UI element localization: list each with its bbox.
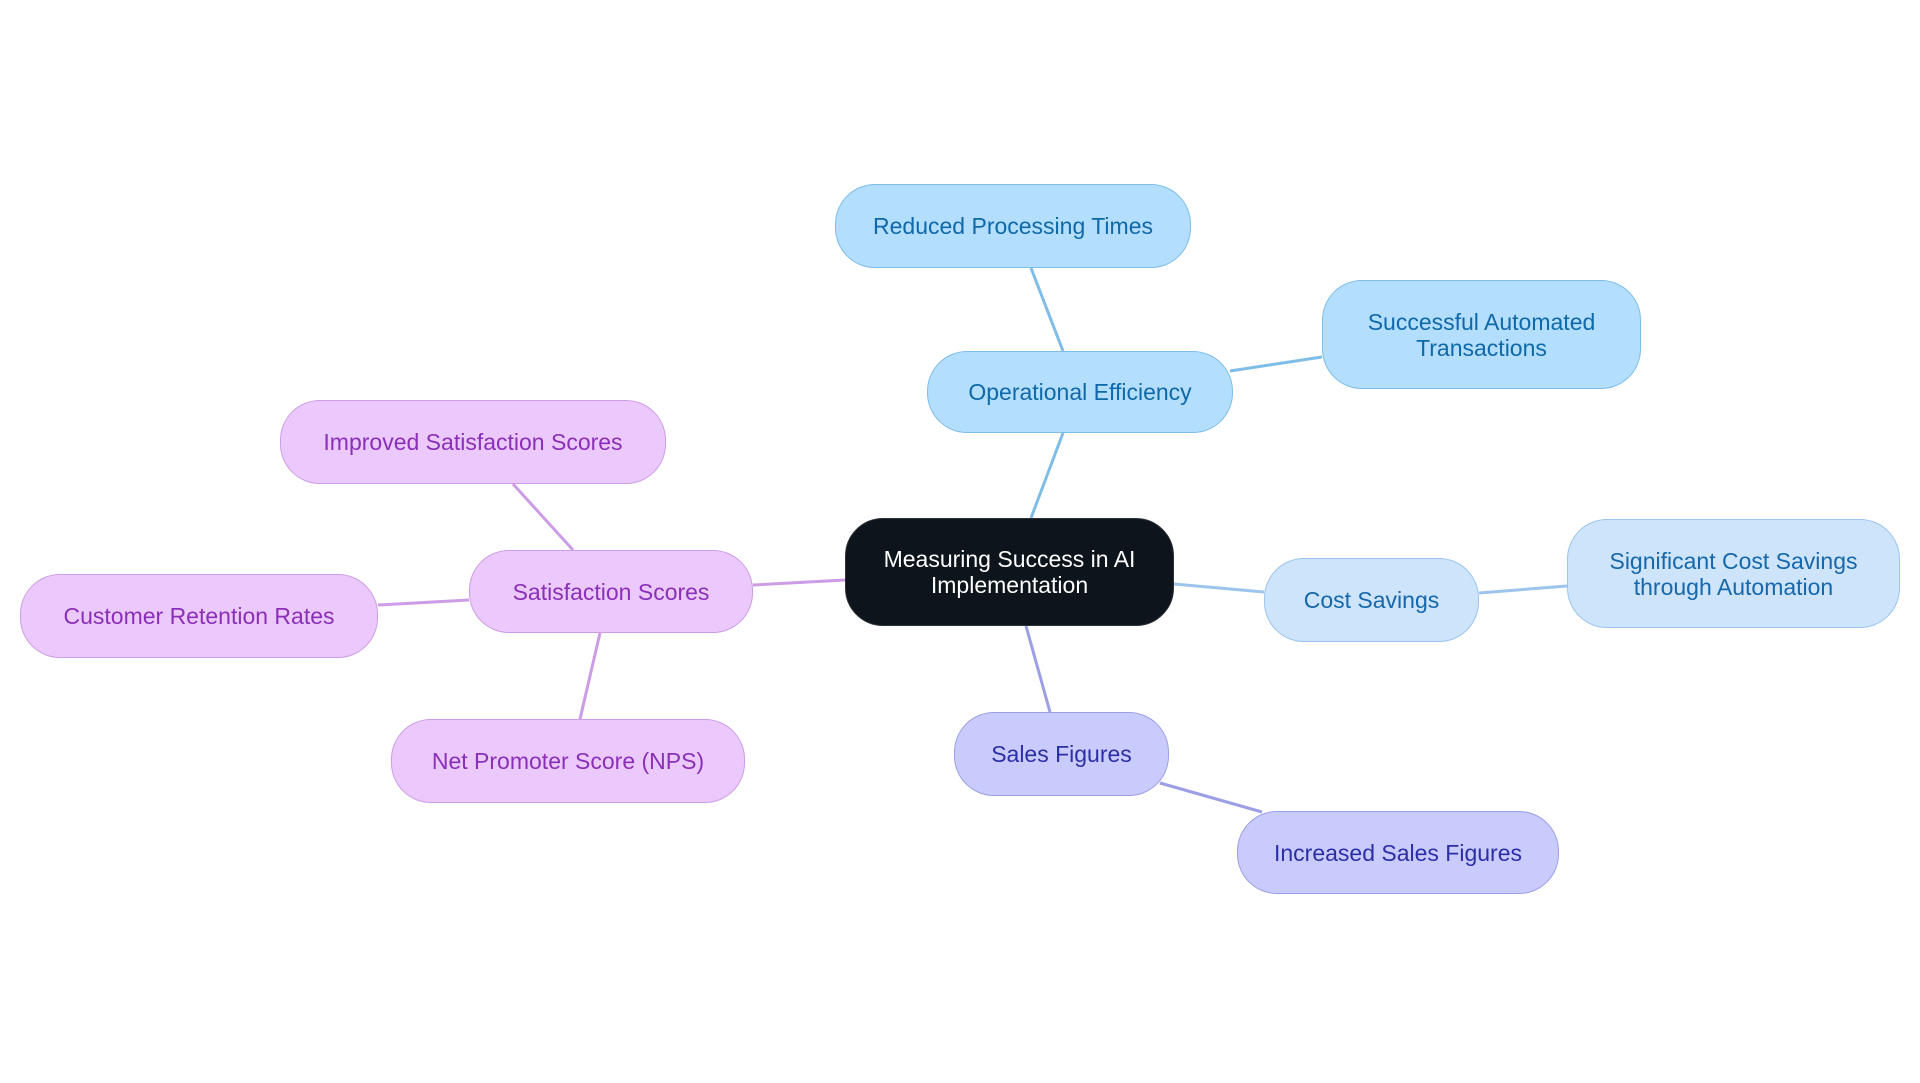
edge-cost-savings-significant-cost-savings [1478,584,1568,595]
node-label: Operational Efficiency [968,379,1192,405]
node-label: Significant Cost Savings through Automat… [1609,547,1858,600]
root-node-label: Measuring Success in AI Implementation [883,546,1136,598]
edge-root-cost-savings [1173,582,1265,594]
edge-root-sales-figures [1024,625,1052,713]
node-improved-satisfaction-scores[interactable]: Improved Satisfaction Scores [280,400,666,484]
edge-operational-efficiency-reduced-processing-times [1029,267,1065,352]
edge-satisfaction-scores-customer-retention-rates [377,598,470,607]
node-label: Satisfaction Scores [512,578,710,605]
node-label: Cost Savings [1303,587,1440,613]
node-sales-figures[interactable]: Sales Figures [954,712,1169,796]
edge-satisfaction-scores-net-promoter-score [578,632,602,720]
node-increased-sales-figures[interactable]: Increased Sales Figures [1237,811,1559,894]
node-customer-retention-rates[interactable]: Customer Retention Rates [20,574,378,658]
edge-root-satisfaction-scores [752,578,846,587]
node-reduced-processing-times[interactable]: Reduced Processing Times [835,184,1191,268]
node-label: Improved Satisfaction Scores [323,429,623,455]
node-net-promoter-score[interactable]: Net Promoter Score (NPS) [391,719,745,803]
node-operational-efficiency[interactable]: Operational Efficiency [927,351,1233,433]
edge-operational-efficiency-successful-automated-transactions [1229,355,1323,373]
node-label: Customer Retention Rates [63,603,335,629]
node-significant-cost-savings[interactable]: Significant Cost Savings through Automat… [1567,519,1900,628]
node-cost-savings[interactable]: Cost Savings [1264,558,1479,642]
node-label: Sales Figures [991,741,1132,767]
node-label: Successful Automated Transactions [1367,308,1596,361]
edge-root-operational-efficiency [1029,432,1065,519]
node-label: Reduced Processing Times [873,213,1153,239]
edge-satisfaction-scores-improved-satisfaction-scores [511,482,575,552]
node-satisfaction-scores[interactable]: Satisfaction Scores [469,550,753,633]
node-successful-automated-transactions[interactable]: Successful Automated Transactions [1322,280,1641,389]
node-label: Net Promoter Score (NPS) [431,748,705,774]
node-label: Increased Sales Figures [1273,839,1522,866]
edge-sales-figures-increased-sales-figures [1159,781,1263,814]
root-node[interactable]: Measuring Success in AI Implementation [845,518,1174,626]
